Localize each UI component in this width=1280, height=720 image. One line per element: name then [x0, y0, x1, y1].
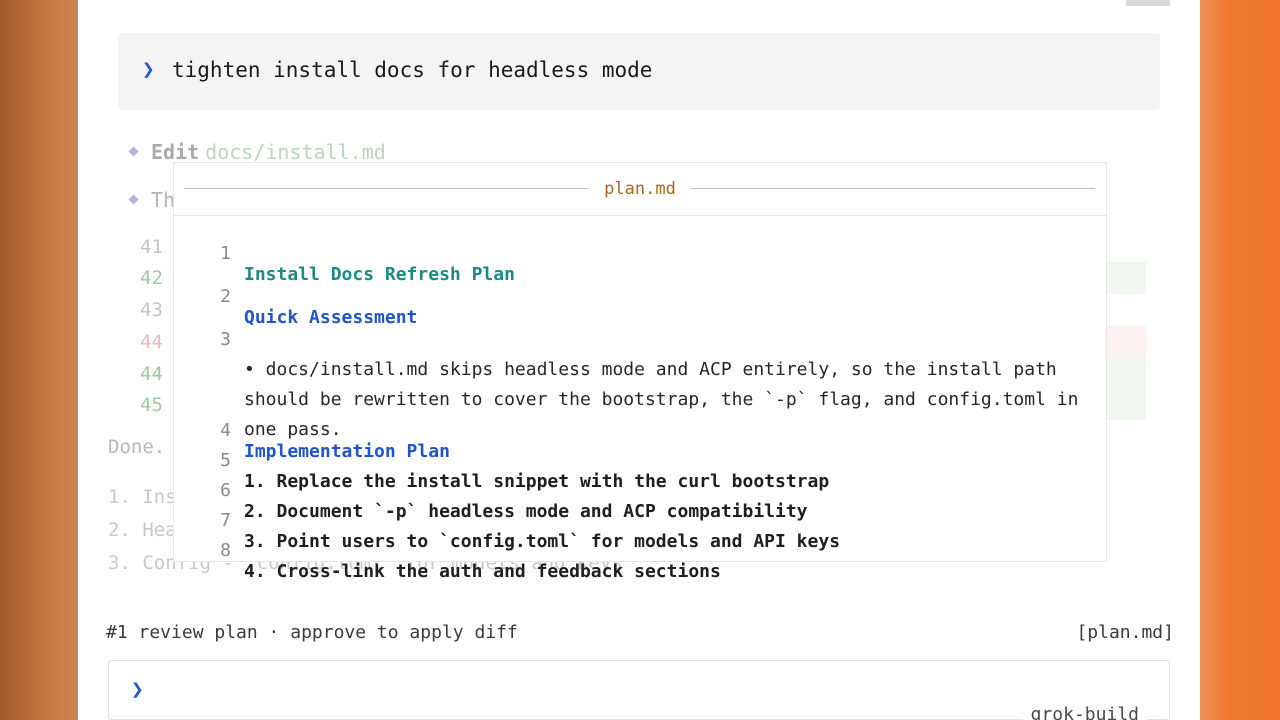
summary-list-item: 2. Hea [108, 519, 177, 541]
section-heading: Implementation Plan [244, 441, 450, 462]
diamond-bullet-icon [128, 146, 139, 157]
chat-input-box[interactable]: ❯ grok-build [108, 660, 1170, 720]
line-number: 8 [220, 540, 231, 561]
line-number: 3 [220, 329, 231, 350]
cut-highlight [1126, 0, 1170, 6]
plan-step: 4. Cross-link the auth and feedback sect… [244, 561, 721, 582]
overlay-title-bar: plan.md [174, 163, 1106, 216]
plan-step: 1. Replace the install snippet with the … [244, 471, 830, 492]
diff-line-number: 42 [140, 267, 163, 289]
diff-line-number: 45 [140, 394, 163, 416]
user-prompt-text: tighten install docs for headless mode [172, 58, 653, 82]
diff-line-number: 44 [140, 331, 163, 353]
line-number: 1 [220, 243, 231, 264]
diff-line-number: 43 [140, 299, 163, 321]
plan-step: 3. Point users to `config.toml` for mode… [244, 531, 841, 552]
chat-input[interactable] [161, 673, 1125, 705]
chevron-right-icon: ❯ [131, 677, 144, 701]
user-prompt-card: ❯ tighten install docs for headless mode [118, 33, 1160, 110]
edit-step: Edit docs/install.md [128, 140, 386, 164]
plan-title: Install Docs Refresh Plan [244, 264, 515, 285]
plan-line: 8 4. Cross-link the auth and feedback se… [174, 519, 721, 603]
terminal-window: ❯ tighten install docs for headless mode… [78, 0, 1200, 720]
done-text: Done. [108, 436, 166, 458]
thinking-step: Th [128, 188, 176, 212]
status-file-tag[interactable]: [plan.md] [1076, 622, 1174, 643]
scrolled-content-fragment [108, 0, 1170, 6]
diamond-bullet-icon [128, 194, 139, 205]
diff-line-number: 41 [140, 236, 163, 258]
status-message: #1 review plan · approve to apply diff [106, 622, 518, 643]
section-heading: Quick Assessment [244, 307, 418, 328]
overlay-filename: plan.md [604, 179, 676, 199]
plan-line: 3 • docs/install.md skips headless mode … [174, 295, 1078, 440]
edit-verb: Edit [151, 140, 200, 164]
plan-step: 2. Document `-p` headless mode and ACP c… [244, 501, 808, 522]
diff-line-number: 44 [140, 363, 163, 385]
thinking-text-fragment: Th [151, 188, 176, 212]
edit-file-path[interactable]: docs/install.md [205, 140, 386, 164]
plan-preview-overlay: plan.md 1 Install Docs Refresh Plan 2 Qu… [173, 162, 1107, 582]
assessment-text: • docs/install.md skips headless mode an… [244, 359, 1079, 440]
chevron-right-icon: ❯ [142, 57, 155, 81]
summary-list-item: 1. Ins [108, 486, 177, 508]
model-badge: grok-build [1022, 704, 1147, 720]
